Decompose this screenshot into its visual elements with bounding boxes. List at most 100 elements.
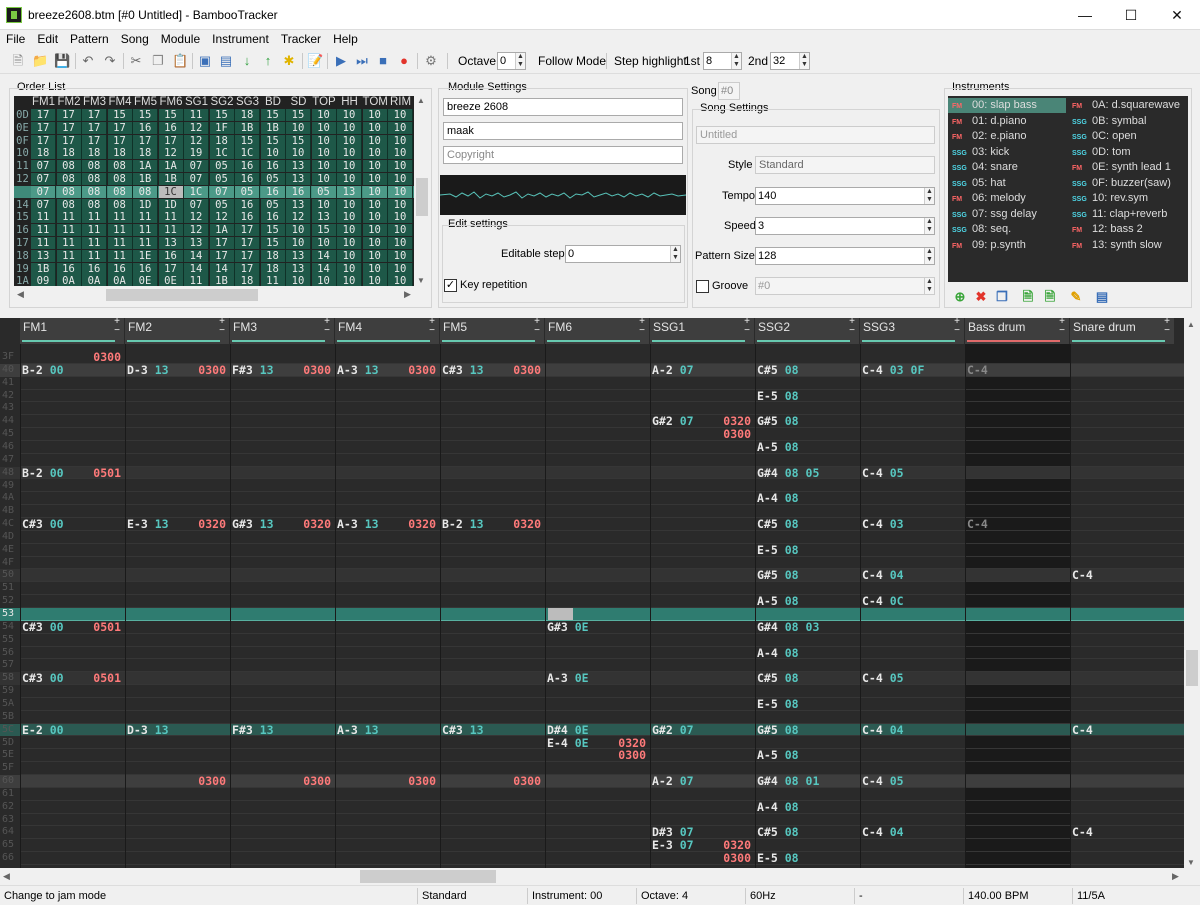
order-cell[interactable]: 10	[337, 109, 362, 121]
order-cell[interactable]: 08	[56, 160, 82, 173]
order-cell[interactable]: 11	[56, 237, 82, 249]
order-cell[interactable]: 16	[107, 262, 133, 275]
order-cell[interactable]: 10	[362, 198, 388, 211]
order-cell[interactable]: 16	[82, 262, 107, 275]
tempo-spinbox[interactable]: 140 ▲ ▼	[755, 187, 935, 205]
order-cell[interactable]: 17	[56, 134, 82, 147]
order-cell[interactable]: 13	[286, 160, 311, 173]
pattern-cell[interactable]: A-3 0E	[547, 672, 648, 685]
pattern-vertical-scrollbar[interactable]: ▲ ▼	[1184, 318, 1200, 868]
order-cell[interactable]: 10	[337, 275, 362, 286]
editable-step-spinbox[interactable]: 0 ▲ ▼	[565, 245, 681, 263]
order-cell[interactable]: 0A	[82, 275, 107, 286]
order-cell[interactable]: 1B	[209, 275, 235, 286]
import-instrument-icon[interactable]: 🗎	[1020, 289, 1036, 305]
order-cell[interactable]: 10	[311, 237, 337, 249]
order-cell[interactable]: 0A	[56, 275, 82, 286]
pattern-cell[interactable]: G#4 08 03	[757, 620, 858, 634]
order-cell[interactable]: 10	[311, 160, 337, 173]
order-cell[interactable]: 05	[209, 160, 235, 173]
order-cell[interactable]: 1E	[133, 249, 158, 262]
order-cell[interactable]: 12	[286, 211, 311, 224]
order-cell[interactable]: 10	[362, 185, 388, 198]
menu-song[interactable]: Song	[115, 30, 155, 48]
pattern-cell[interactable]: C-4 03 0F	[862, 363, 963, 377]
menu-edit[interactable]: Edit	[31, 30, 64, 48]
instrument-item[interactable]: SSG 0F: buzzer(saw)	[1068, 176, 1186, 191]
order-cell[interactable]: 10	[337, 249, 362, 262]
order-cell[interactable]: 17	[209, 249, 235, 262]
order-cell[interactable]: 10	[362, 109, 388, 121]
module-author-field[interactable]: maak	[443, 122, 683, 140]
pattern-scroll-thumb[interactable]	[1186, 650, 1198, 686]
order-cell[interactable]: 17	[235, 224, 260, 237]
order-cell[interactable]: 11	[107, 211, 133, 224]
order-cell[interactable]: 10	[388, 160, 413, 173]
track-header[interactable]: SSG2 + −	[755, 318, 860, 344]
order-cell[interactable]: 07	[184, 198, 209, 211]
pattern-cell[interactable]: C-4 0C	[862, 595, 963, 608]
pattern-horizontal-scrollbar[interactable]: ◀ ▶	[0, 868, 1184, 885]
song-number-field[interactable]: #0	[718, 82, 740, 100]
pattern-cell[interactable]: A-5 08	[757, 595, 858, 608]
menu-pattern[interactable]: Pattern	[64, 30, 115, 48]
pattern-cell[interactable]: G#4 08 01	[757, 775, 858, 788]
order-cell[interactable]: 07	[31, 173, 56, 185]
pattern-cell[interactable]: C-4	[1072, 723, 1173, 737]
pattern-cell[interactable]: G#4 08 05	[757, 466, 858, 480]
pattern-cell[interactable]: C-4 04	[862, 826, 963, 839]
track-header[interactable]: Bass drum + −	[965, 318, 1070, 344]
order-cell[interactable]: 10	[337, 237, 362, 249]
order-cell[interactable]: 10	[337, 134, 362, 147]
order-cell[interactable]: 12	[184, 211, 209, 224]
pattern-editor[interactable]: FM1 + − FM2 + − FM3 + − FM4 + − FM5 + − FM6 + − SSG1 + − SSG2…	[0, 318, 1200, 868]
order-cell[interactable]: 17	[56, 109, 82, 121]
pattern-cell[interactable]: A-4 08	[757, 800, 858, 814]
order-cell[interactable]: 10	[388, 185, 413, 198]
pattern-cell[interactable]: C-4 03	[862, 518, 963, 531]
order-cell[interactable]: 13	[286, 249, 311, 262]
instrument-item[interactable]: FM 13: synth slow	[1068, 238, 1186, 253]
export-instrument-icon[interactable]: 🗎	[1042, 289, 1058, 305]
order-cell[interactable]: 07	[31, 185, 56, 198]
order-cell[interactable]: 10	[311, 173, 337, 185]
effect-column-toggle[interactable]: + −	[534, 318, 540, 336]
order-hscroll-thumb[interactable]	[106, 289, 258, 301]
pattern-cell[interactable]: C-4 04	[862, 569, 963, 582]
order-cell[interactable]: 10	[362, 249, 388, 262]
instrument-item[interactable]: SSG 0D: tom	[1068, 145, 1186, 160]
order-cell[interactable]: 17	[82, 109, 107, 121]
pattern-cell[interactable]: A-4 08	[757, 646, 858, 660]
order-cell[interactable]: 08	[82, 185, 107, 198]
pattern-cell[interactable]: C#5 08	[757, 826, 858, 839]
order-cell[interactable]: 15	[260, 237, 286, 249]
pattern-cell[interactable]: C#3 00 0501	[22, 672, 123, 685]
order-cell[interactable]: 10	[388, 109, 413, 121]
effect-column-toggle[interactable]: + −	[219, 318, 225, 336]
track-header[interactable]: FM2 + −	[125, 318, 230, 344]
order-cell[interactable]: 11	[82, 249, 107, 262]
menu-tracker[interactable]: Tracker	[275, 30, 327, 48]
new-file-icon[interactable]: 🗎	[10, 53, 26, 69]
order-cell[interactable]: 17	[82, 121, 107, 134]
order-cell[interactable]: 15	[311, 224, 337, 237]
order-cell[interactable]: 07	[184, 160, 209, 173]
pattern-cell[interactable]: C#3 13 0300	[442, 363, 543, 377]
order-cell[interactable]: 11	[56, 211, 82, 224]
instrument-list[interactable]: FM 00: slap bass FM 01: d.piano FM 02: e.pian…	[948, 96, 1188, 282]
open-folder-icon[interactable]: 📁	[32, 53, 48, 69]
pattern-cell[interactable]: C-4	[1072, 569, 1173, 582]
order-cell[interactable]: 1C	[235, 147, 260, 160]
remove-order-icon[interactable]: ▤	[218, 53, 234, 69]
instrument-item[interactable]: SSG 03: kick	[948, 145, 1066, 160]
order-cell[interactable]: 17	[31, 134, 56, 147]
order-cell[interactable]: 11	[31, 211, 56, 224]
order-cell[interactable]: 18	[235, 109, 260, 121]
order-cell[interactable]: 10	[362, 134, 388, 147]
pattern-cell[interactable]: A-4 08	[757, 492, 858, 505]
order-cell[interactable]: 13	[286, 262, 311, 275]
order-cell[interactable]: 16	[158, 121, 184, 134]
view-mode-icon[interactable]: ▤	[1094, 289, 1110, 305]
settings-gear-icon[interactable]: ⚙	[423, 53, 439, 69]
order-cell[interactable]: 10	[337, 224, 362, 237]
